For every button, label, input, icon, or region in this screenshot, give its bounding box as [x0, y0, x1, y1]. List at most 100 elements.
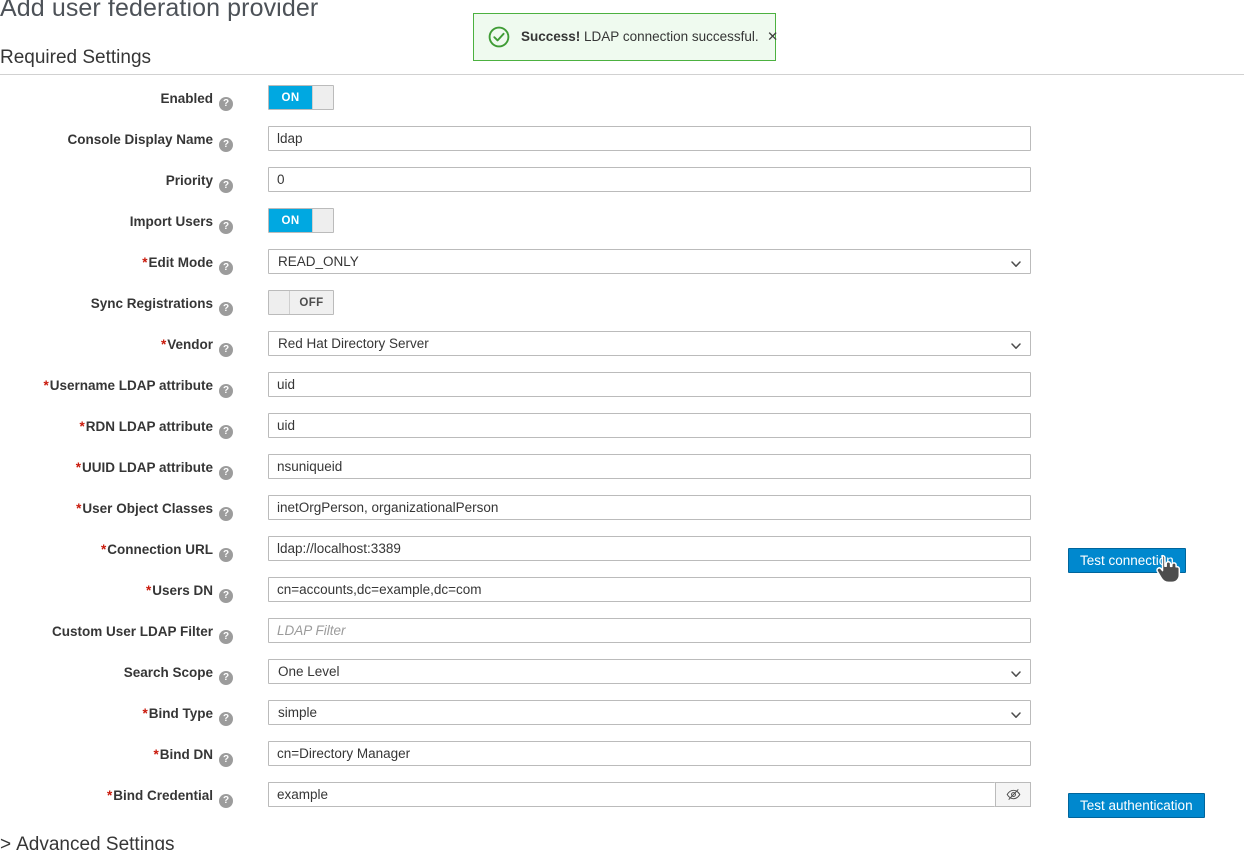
label-text-connection-url: Connection URL: [107, 542, 213, 557]
field-rdn-ldap-attribute: [268, 412, 1031, 438]
form-row-bind-credential: *Bind Credential?: [0, 781, 1244, 822]
help-icon[interactable]: ?: [219, 97, 233, 111]
label-rdn-ldap-attribute: *RDN LDAP attribute?: [0, 412, 233, 439]
label-text-enabled: Enabled: [160, 91, 213, 106]
alert-detail: LDAP connection successful.: [580, 29, 759, 45]
help-icon[interactable]: ?: [219, 630, 233, 644]
label-username-ldap-attribute: *Username LDAP attribute?: [0, 371, 233, 398]
label-connection-url: *Connection URL?: [0, 535, 233, 562]
search-scope-select[interactable]: One Level: [268, 659, 1031, 684]
label-bind-type: *Bind Type?: [0, 699, 233, 726]
field-console-display-name: [268, 125, 1031, 151]
required-marker: *: [145, 583, 152, 598]
required-marker: *: [79, 419, 85, 434]
help-icon[interactable]: ?: [219, 671, 233, 685]
edit-mode-select[interactable]: READ_ONLY: [268, 249, 1031, 274]
help-icon[interactable]: ?: [219, 343, 233, 357]
bind-credential-group: [268, 782, 1031, 807]
chevron-down-icon: [1011, 257, 1021, 267]
help-icon[interactable]: ?: [219, 179, 233, 193]
user-object-classes-input[interactable]: [268, 495, 1031, 520]
close-icon[interactable]: ✕: [763, 27, 783, 47]
test-connection-button[interactable]: Test connection: [1068, 548, 1186, 573]
help-icon[interactable]: ?: [219, 220, 233, 234]
required-marker: *: [160, 337, 167, 352]
required-marker: *: [153, 747, 159, 762]
priority-input[interactable]: [268, 167, 1031, 192]
help-icon[interactable]: ?: [219, 425, 233, 439]
label-enabled: Enabled?: [0, 84, 233, 111]
bind-type-value: simple: [278, 705, 318, 720]
label-search-scope: Search Scope?: [0, 658, 233, 685]
uuid-ldap-attribute-input[interactable]: [268, 454, 1031, 479]
form-row-enabled: Enabled? ON: [0, 84, 1244, 125]
required-marker: *: [106, 788, 113, 803]
connection-url-input[interactable]: [268, 536, 1031, 561]
help-icon[interactable]: ?: [219, 261, 233, 275]
section-divider: [0, 74, 1244, 75]
field-bind-type: simple: [268, 699, 1031, 725]
advanced-settings-toggle[interactable]: > Advanced Settings: [0, 834, 175, 850]
help-icon[interactable]: ?: [219, 712, 233, 726]
field-uuid-ldap-attribute: [268, 453, 1031, 479]
label-text-custom-user-ldap-filter: Custom User LDAP Filter: [51, 624, 213, 639]
form-row-bind-dn: *Bind DN?: [0, 740, 1244, 781]
toggle-import-users[interactable]: ON: [268, 208, 334, 233]
bind-dn-input[interactable]: [268, 741, 1031, 766]
form-row-console-display-name: Console Display Name?: [0, 125, 1244, 166]
help-icon[interactable]: ?: [219, 138, 233, 152]
label-text-vendor: Vendor: [167, 337, 213, 352]
custom-user-ldap-filter-input[interactable]: [268, 618, 1031, 643]
label-custom-user-ldap-filter: Custom User LDAP Filter?: [0, 617, 233, 644]
help-icon[interactable]: ?: [219, 794, 233, 808]
advanced-settings-label: Advanced Settings: [16, 834, 175, 850]
chevron-down-icon: [1011, 667, 1021, 677]
label-text-bind-credential: Bind Credential: [113, 788, 213, 803]
vendor-select[interactable]: Red Hat Directory Server: [268, 331, 1031, 356]
success-alert: Success! LDAP connection successful. ✕: [473, 13, 778, 61]
field-bind-credential: [268, 781, 1031, 807]
form-row-custom-user-ldap-filter: Custom User LDAP Filter?: [0, 617, 1244, 658]
label-text-rdn-ldap-attribute: RDN LDAP attribute: [85, 419, 213, 434]
help-icon[interactable]: ?: [219, 302, 233, 316]
help-icon[interactable]: ?: [219, 384, 233, 398]
label-text-bind-dn: Bind DN: [159, 747, 213, 762]
console-display-name-input[interactable]: [268, 126, 1031, 151]
label-text-console-display-name: Console Display Name: [67, 132, 213, 147]
label-console-display-name: Console Display Name?: [0, 125, 233, 152]
users-dn-input[interactable]: [268, 577, 1031, 602]
help-icon[interactable]: ?: [219, 753, 233, 767]
alert-message: Success! LDAP connection successful.: [521, 30, 759, 44]
bind-type-select[interactable]: simple: [268, 700, 1031, 725]
form-row-users-dn: *Users DN?: [0, 576, 1244, 617]
label-text-search-scope: Search Scope: [123, 665, 213, 680]
test-authentication-button[interactable]: Test authentication: [1068, 793, 1205, 818]
toggle-knob: [312, 209, 333, 232]
form-row-priority: Priority?: [0, 166, 1244, 207]
label-users-dn: *Users DN?: [0, 576, 233, 603]
rdn-ldap-attribute-input[interactable]: [268, 413, 1031, 438]
toggle-sync-registrations-state: OFF: [290, 291, 333, 314]
help-icon[interactable]: ?: [219, 589, 233, 603]
help-icon[interactable]: ?: [219, 548, 233, 562]
bind-credential-input[interactable]: [268, 782, 995, 807]
field-connection-url: [268, 535, 1031, 561]
form-row-connection-url: *Connection URL?: [0, 535, 1244, 576]
help-icon[interactable]: ?: [219, 466, 233, 480]
eye-slash-icon[interactable]: [995, 782, 1031, 807]
username-ldap-attribute-input[interactable]: [268, 372, 1031, 397]
toggle-enabled[interactable]: ON: [268, 85, 334, 110]
chevron-down-icon: [1011, 708, 1021, 718]
label-sync-registrations: Sync Registrations?: [0, 289, 233, 316]
toggle-enabled-state: ON: [269, 86, 312, 109]
toggle-sync-registrations[interactable]: OFF: [268, 290, 334, 315]
section-title: Required Settings: [0, 47, 152, 68]
label-bind-dn: *Bind DN?: [0, 740, 233, 767]
required-marker: *: [75, 460, 81, 475]
help-icon[interactable]: ?: [219, 507, 233, 521]
label-uuid-ldap-attribute: *UUID LDAP attribute?: [0, 453, 233, 480]
field-users-dn: [268, 576, 1031, 602]
toggle-knob: [312, 86, 333, 109]
field-edit-mode: READ_ONLY: [268, 248, 1031, 274]
label-text-import-users: Import Users: [129, 214, 213, 229]
